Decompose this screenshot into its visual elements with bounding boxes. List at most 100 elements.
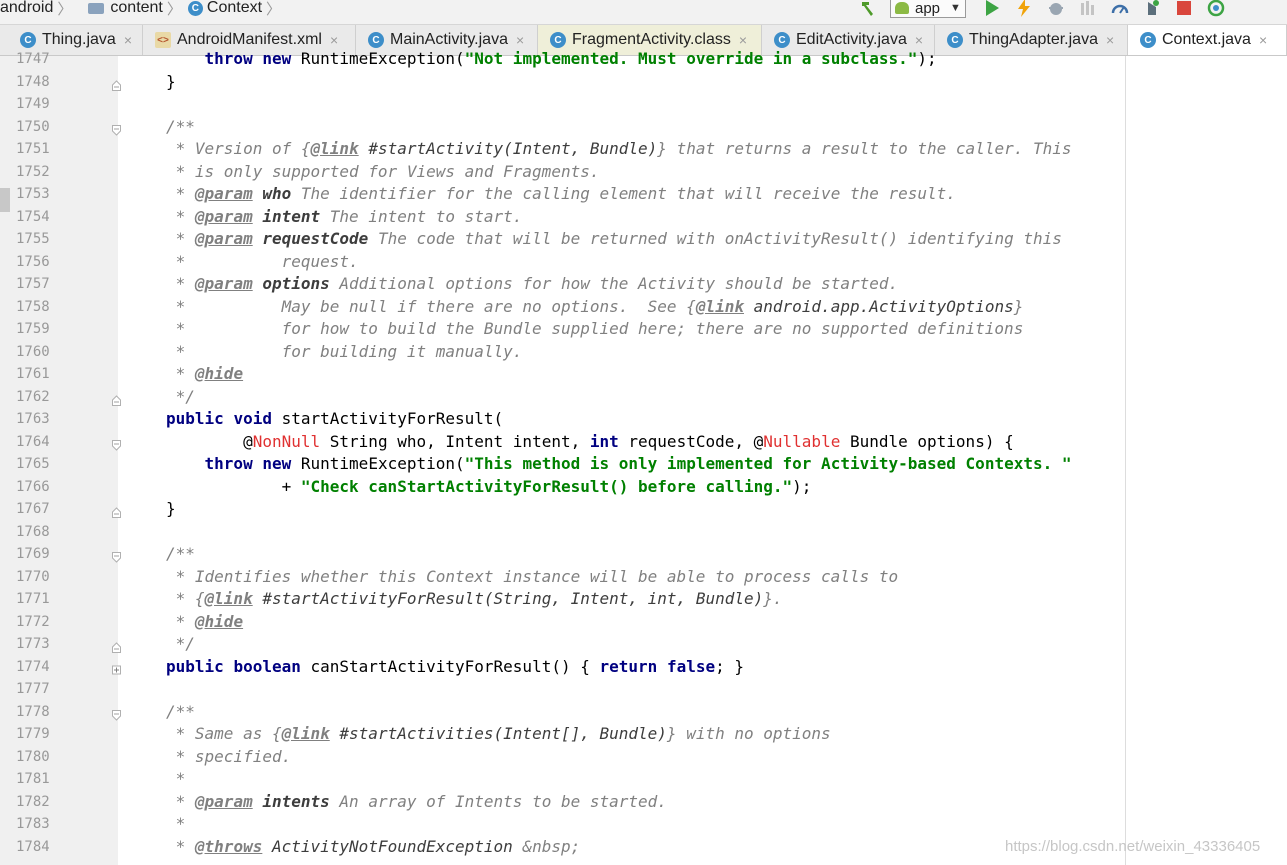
line-number: 1781 bbox=[16, 771, 50, 787]
code-line[interactable]: 1759 * for how to build the Bundle suppl… bbox=[0, 318, 1287, 340]
code-line[interactable]: 1763 public void startActivityForResult( bbox=[0, 408, 1287, 430]
code-line[interactable]: 1756 * request. bbox=[0, 251, 1287, 273]
attach-debugger-icon[interactable] bbox=[1078, 0, 1098, 17]
code-line[interactable]: 1770 * Identifies whether this Context i… bbox=[0, 566, 1287, 588]
tab-label: AndroidManifest.xml bbox=[177, 31, 322, 48]
breadcrumb-item-android[interactable]: android 〉 bbox=[0, 0, 78, 19]
stop-icon[interactable] bbox=[1174, 0, 1194, 17]
line-number: 1767 bbox=[16, 501, 50, 517]
debug-app-icon[interactable] bbox=[1142, 0, 1162, 17]
code-text: * @param intent The intent to start. bbox=[166, 206, 523, 226]
code-line[interactable]: 1773 */ bbox=[0, 633, 1287, 655]
close-icon[interactable]: × bbox=[516, 32, 524, 48]
line-number: 1777 bbox=[16, 681, 50, 697]
code-line[interactable]: 1769 /** bbox=[0, 543, 1287, 565]
run-icon[interactable] bbox=[982, 0, 1002, 17]
code-line[interactable]: 1760 * for building it manually. bbox=[0, 341, 1287, 363]
build-hammer-icon[interactable] bbox=[858, 0, 878, 17]
code-line[interactable]: 1781 * bbox=[0, 768, 1287, 790]
code-text: @NonNull String who, Intent intent, int … bbox=[166, 431, 1014, 451]
code-text: } bbox=[166, 499, 176, 518]
breadcrumb-item-content[interactable]: content 〉 bbox=[78, 0, 188, 19]
code-line[interactable]: 1768 bbox=[0, 521, 1287, 543]
line-number: 1747 bbox=[16, 51, 50, 67]
code-text: */ bbox=[166, 634, 195, 653]
code-text: + "Check canStartActivityForResult() bef… bbox=[166, 476, 812, 496]
tab-label: FragmentActivity.class bbox=[572, 31, 731, 48]
code-line[interactable]: 1778 /** bbox=[0, 701, 1287, 723]
code-line[interactable]: 1772 * @hide bbox=[0, 611, 1287, 633]
tab-label: ThingAdapter.java bbox=[969, 31, 1098, 48]
close-icon[interactable]: × bbox=[1106, 32, 1114, 48]
fold-marker-icon[interactable] bbox=[112, 391, 121, 406]
code-text: * bbox=[166, 814, 186, 833]
close-icon[interactable]: × bbox=[739, 32, 747, 48]
code-text: /** bbox=[166, 544, 195, 563]
code-line[interactable]: 1747 throw new RuntimeException("Not imp… bbox=[0, 48, 1287, 70]
code-line[interactable]: 1779 * Same as {@link #startActivities(I… bbox=[0, 723, 1287, 745]
code-line[interactable]: 1754 * @param intent The intent to start… bbox=[0, 206, 1287, 228]
code-line[interactable]: 1777 bbox=[0, 678, 1287, 700]
fold-marker-icon[interactable] bbox=[112, 121, 121, 136]
code-line[interactable]: 1748} bbox=[0, 71, 1287, 93]
line-number: 1769 bbox=[16, 546, 50, 562]
code-line[interactable]: 1751 * Version of {@link #startActivity(… bbox=[0, 138, 1287, 160]
line-number: 1771 bbox=[16, 591, 50, 607]
debug-icon[interactable] bbox=[1046, 0, 1066, 17]
code-line[interactable]: 1753 * @param who The identifier for the… bbox=[0, 183, 1287, 205]
code-text: } bbox=[166, 71, 176, 91]
run-configuration-select[interactable]: app ▼ bbox=[890, 0, 966, 18]
fold-marker-icon[interactable] bbox=[112, 76, 121, 91]
fold-marker-icon[interactable] bbox=[112, 638, 121, 653]
class-icon: C bbox=[947, 32, 963, 48]
apply-changes-icon[interactable] bbox=[1014, 0, 1034, 17]
code-text: * @param who The identifier for the call… bbox=[166, 184, 956, 203]
code-text: * for how to build the Bundle supplied h… bbox=[166, 319, 1024, 338]
code-line[interactable]: 1762 */ bbox=[0, 386, 1287, 408]
close-icon[interactable]: × bbox=[1259, 32, 1267, 48]
code-line[interactable]: 1758 * May be null if there are no optio… bbox=[0, 296, 1287, 318]
close-icon[interactable]: × bbox=[124, 32, 132, 48]
code-line[interactable]: 1780 * specified. bbox=[0, 746, 1287, 768]
line-number: 1773 bbox=[16, 636, 50, 652]
tab-label: EditActivity.java bbox=[796, 31, 907, 48]
code-line[interactable]: 1767} bbox=[0, 498, 1287, 520]
line-number: 1758 bbox=[16, 298, 50, 315]
expand-fold-icon[interactable] bbox=[112, 661, 121, 674]
class-icon: C bbox=[187, 0, 203, 16]
fold-marker-icon[interactable] bbox=[112, 436, 121, 451]
close-icon[interactable]: × bbox=[915, 32, 923, 48]
fold-marker-icon[interactable] bbox=[112, 706, 121, 721]
code-line[interactable]: 1783 * bbox=[0, 813, 1287, 835]
line-number: 1756 bbox=[16, 253, 50, 270]
breadcrumb-separator-icon: 〉 bbox=[57, 0, 73, 18]
code-line[interactable]: 1757 * @param options Additional options… bbox=[0, 273, 1287, 295]
code-line[interactable]: 1774 public boolean canStartActivityForRe… bbox=[0, 656, 1287, 678]
fold-marker-icon[interactable] bbox=[112, 503, 121, 518]
code-line[interactable]: 1765 throw new RuntimeException("This me… bbox=[0, 453, 1287, 475]
sync-gradle-icon[interactable] bbox=[1206, 0, 1226, 17]
code-line[interactable]: 1752 * is only supported for Views and F… bbox=[0, 161, 1287, 183]
close-icon[interactable]: × bbox=[330, 32, 338, 48]
code-text: * Same as {@link #startActivities(Intent… bbox=[166, 724, 831, 743]
line-number: 1766 bbox=[16, 478, 50, 495]
xml-icon: <> bbox=[155, 32, 171, 48]
line-number: 1782 bbox=[16, 793, 50, 810]
code-line[interactable]: 1761 * @hide bbox=[0, 363, 1287, 385]
code-line[interactable]: 1749 bbox=[0, 93, 1287, 115]
breadcrumb-label: content bbox=[110, 0, 163, 16]
code-line[interactable]: 1766 + "Check canStartActivityForResult(… bbox=[0, 476, 1287, 498]
code-text: throw new RuntimeException("Not implemen… bbox=[204, 49, 937, 68]
line-number: 1764 bbox=[16, 433, 50, 450]
code-line[interactable]: 1771 * {@link #startActivityForResult(St… bbox=[0, 588, 1287, 610]
code-line[interactable]: 1782 * @param intents An array of Intent… bbox=[0, 791, 1287, 813]
profiler-icon[interactable] bbox=[1110, 0, 1130, 17]
code-line[interactable]: 1755 * @param requestCode The code that … bbox=[0, 228, 1287, 250]
fold-marker-icon[interactable] bbox=[112, 548, 121, 563]
breadcrumb-item-context[interactable]: C Context 〉 bbox=[187, 0, 287, 19]
code-text: * @param intents An array of Intents to … bbox=[166, 791, 667, 811]
code-text: * for building it manually. bbox=[166, 341, 523, 361]
code-line[interactable]: 1750 /** bbox=[0, 116, 1287, 138]
breadcrumb-separator-icon: 〉 bbox=[166, 0, 182, 18]
code-line[interactable]: 1764 @NonNull String who, Intent intent,… bbox=[0, 431, 1287, 453]
